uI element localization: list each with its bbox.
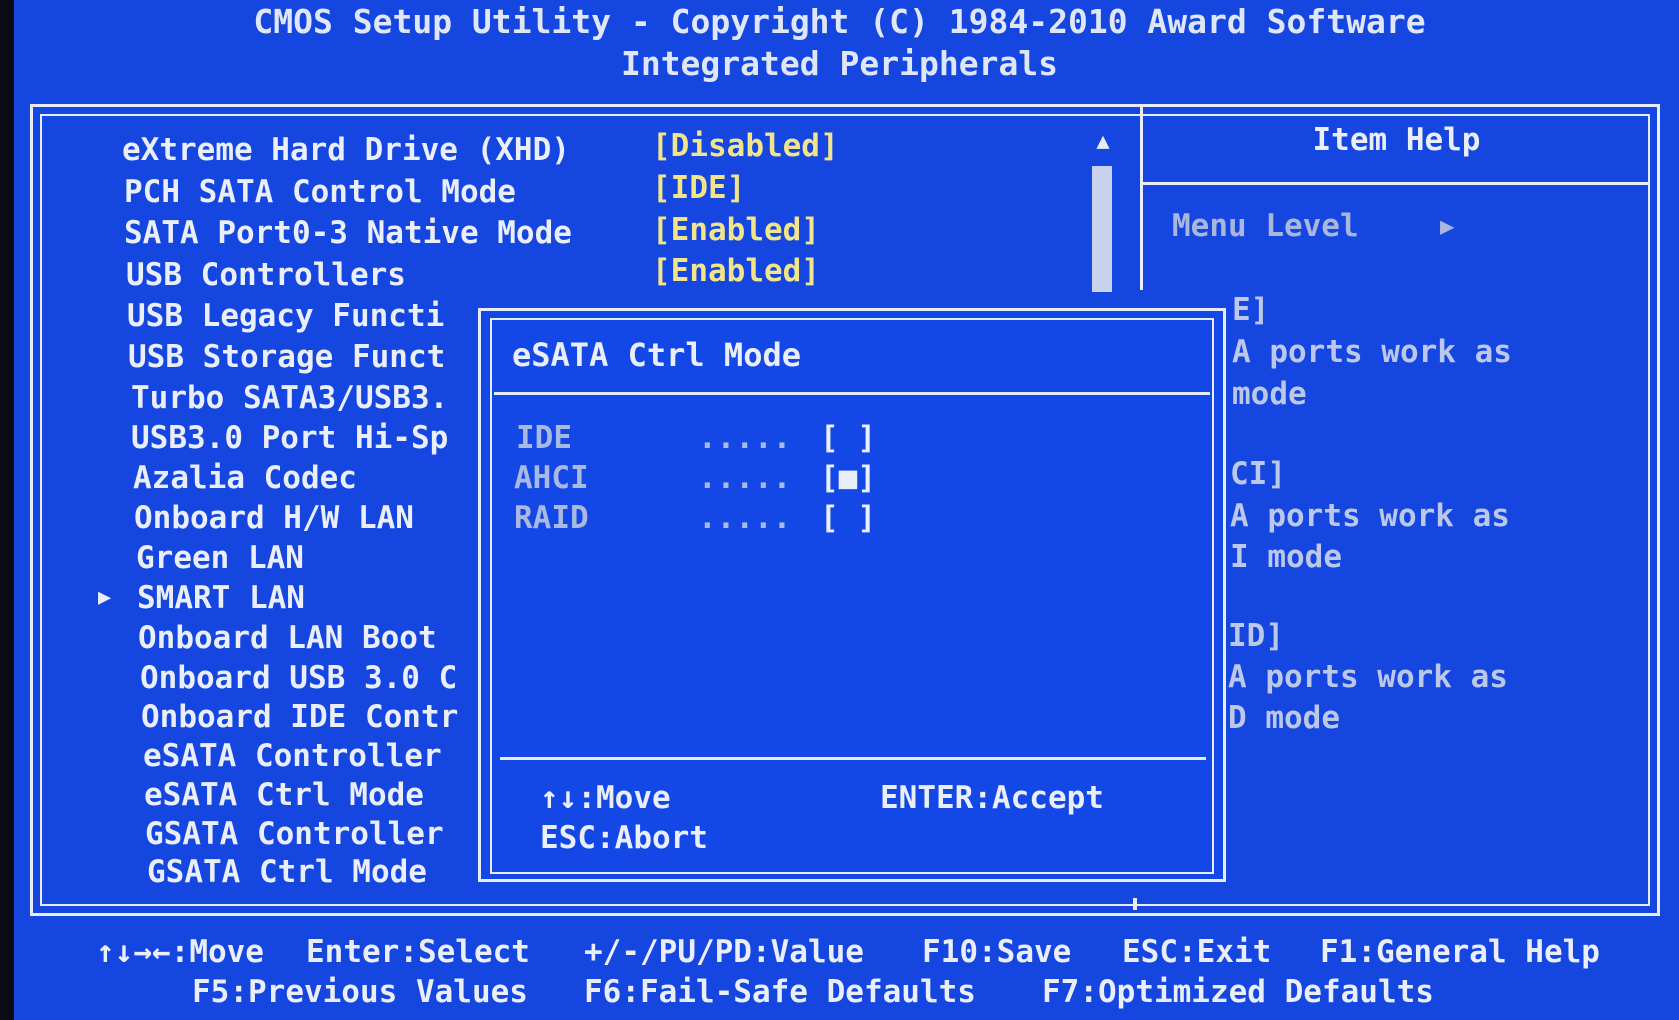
menu-item-usb-controllers[interactable]: USB Controllers bbox=[126, 255, 406, 295]
option-ahci-checkbox[interactable]: [■] bbox=[820, 458, 876, 498]
item-help-title: Item Help bbox=[1312, 122, 1481, 158]
help-text-line: I mode bbox=[1230, 539, 1342, 575]
menu-level-label: Menu Level bbox=[1172, 208, 1359, 244]
utility-title: CMOS Setup Utility - Copyright (C) 1984-… bbox=[253, 2, 1426, 41]
help-text-line: A ports work as bbox=[1230, 498, 1510, 534]
menu-value-xhd[interactable]: [Disabled] bbox=[652, 126, 839, 166]
menu-item-smart-lan[interactable]: SMART LAN bbox=[137, 578, 305, 618]
scroll-up-icon[interactable]: ▲ bbox=[1092, 128, 1114, 156]
footer-value: +/-/PU/PD:Value bbox=[584, 934, 864, 970]
menu-item-onboard-lan[interactable]: Onboard H/W LAN bbox=[134, 498, 414, 538]
frame-tick bbox=[1133, 898, 1137, 910]
help-text-line: mode bbox=[1232, 376, 1307, 412]
menu-item-azalia-codec[interactable]: Azalia Codec bbox=[133, 458, 357, 498]
footer-save: F10:Save bbox=[922, 934, 1072, 970]
dialog-abort-hint: ESC:Abort bbox=[540, 820, 708, 856]
option-ide-checkbox[interactable]: [ ] bbox=[820, 418, 876, 458]
dialog-title-divider bbox=[494, 392, 1210, 395]
option-raid-label[interactable]: RAID bbox=[514, 498, 589, 538]
help-text-line: ID] bbox=[1228, 618, 1284, 654]
menu-item-green-lan[interactable]: Green LAN bbox=[136, 538, 304, 578]
menu-item-xhd[interactable]: eXtreme Hard Drive (XHD) bbox=[122, 130, 570, 170]
page-title: Integrated Peripherals bbox=[620, 44, 1059, 83]
footer-select: Enter:Select bbox=[306, 934, 530, 970]
menu-value-sata-native-mode[interactable]: [Enabled] bbox=[652, 210, 820, 250]
footer-optimized-defaults: F7:Optimized Defaults bbox=[1042, 974, 1434, 1010]
submenu-arrow-icon: ▶ bbox=[98, 585, 112, 610]
option-ide-label[interactable]: IDE bbox=[516, 418, 572, 458]
help-text-line: E] bbox=[1232, 292, 1270, 328]
help-text-line: A ports work as bbox=[1228, 659, 1508, 695]
scrollbar-thumb[interactable] bbox=[1092, 166, 1112, 292]
menu-value-usb-controllers[interactable]: [Enabled] bbox=[652, 251, 820, 291]
option-ahci-label[interactable]: AHCI bbox=[514, 458, 589, 498]
help-text-line: A ports work as bbox=[1232, 334, 1512, 370]
menu-item-turbo-sata3[interactable]: Turbo SATA3/USB3. bbox=[131, 378, 448, 418]
menu-item-usb-legacy[interactable]: USB Legacy Functi bbox=[127, 296, 444, 336]
menu-item-gsata-controller[interactable]: GSATA Controller bbox=[145, 814, 444, 854]
footer-exit: ESC:Exit bbox=[1122, 934, 1272, 970]
menu-item-gsata-ctrl-mode[interactable]: GSATA Ctrl Mode bbox=[147, 852, 427, 892]
help-title-divider bbox=[1143, 182, 1650, 185]
option-raid-dots: ..... bbox=[698, 500, 792, 536]
menu-item-esata-controller[interactable]: eSATA Controller bbox=[143, 736, 442, 776]
dialog-accept-hint: ENTER:Accept bbox=[880, 780, 1104, 816]
menu-level-arrow-icon: ▶ bbox=[1440, 212, 1455, 240]
menu-item-usb3-hispeed[interactable]: USB3.0 Port Hi-Sp bbox=[131, 418, 448, 458]
menu-item-lan-boot[interactable]: Onboard LAN Boot bbox=[138, 618, 437, 658]
monitor-bezel bbox=[0, 0, 14, 1020]
menu-item-esata-ctrl-mode[interactable]: eSATA Ctrl Mode bbox=[144, 775, 424, 815]
menu-item-sata-native-mode[interactable]: SATA Port0-3 Native Mode bbox=[124, 213, 572, 253]
dialog-move-hint: ↑↓:Move bbox=[540, 780, 671, 816]
footer-move: ↑↓→←:Move bbox=[96, 934, 264, 970]
bios-screen: CMOS Setup Utility - Copyright (C) 1984-… bbox=[0, 0, 1679, 1020]
option-ide-dots: ..... bbox=[698, 420, 792, 456]
menu-item-usb30-controller[interactable]: Onboard USB 3.0 C bbox=[140, 658, 457, 698]
help-text-line: D mode bbox=[1228, 700, 1340, 736]
option-ahci-dots: ..... bbox=[698, 460, 792, 496]
help-text-line: CI] bbox=[1230, 456, 1286, 492]
footer-general-help: F1:General Help bbox=[1320, 934, 1600, 970]
menu-item-usb-storage[interactable]: USB Storage Funct bbox=[128, 337, 445, 377]
menu-item-pch-sata-mode[interactable]: PCH SATA Control Mode bbox=[124, 172, 516, 212]
menu-value-pch-sata-mode[interactable]: [IDE] bbox=[652, 168, 745, 208]
footer-failsafe-defaults: F6:Fail-Safe Defaults bbox=[584, 974, 976, 1010]
dialog-footer-divider bbox=[500, 757, 1206, 760]
footer-previous-values: F5:Previous Values bbox=[192, 974, 528, 1010]
dialog-title: eSATA Ctrl Mode bbox=[512, 336, 801, 374]
option-raid-checkbox[interactable]: [ ] bbox=[820, 498, 876, 538]
menu-item-ide-controller[interactable]: Onboard IDE Contr bbox=[141, 697, 458, 737]
